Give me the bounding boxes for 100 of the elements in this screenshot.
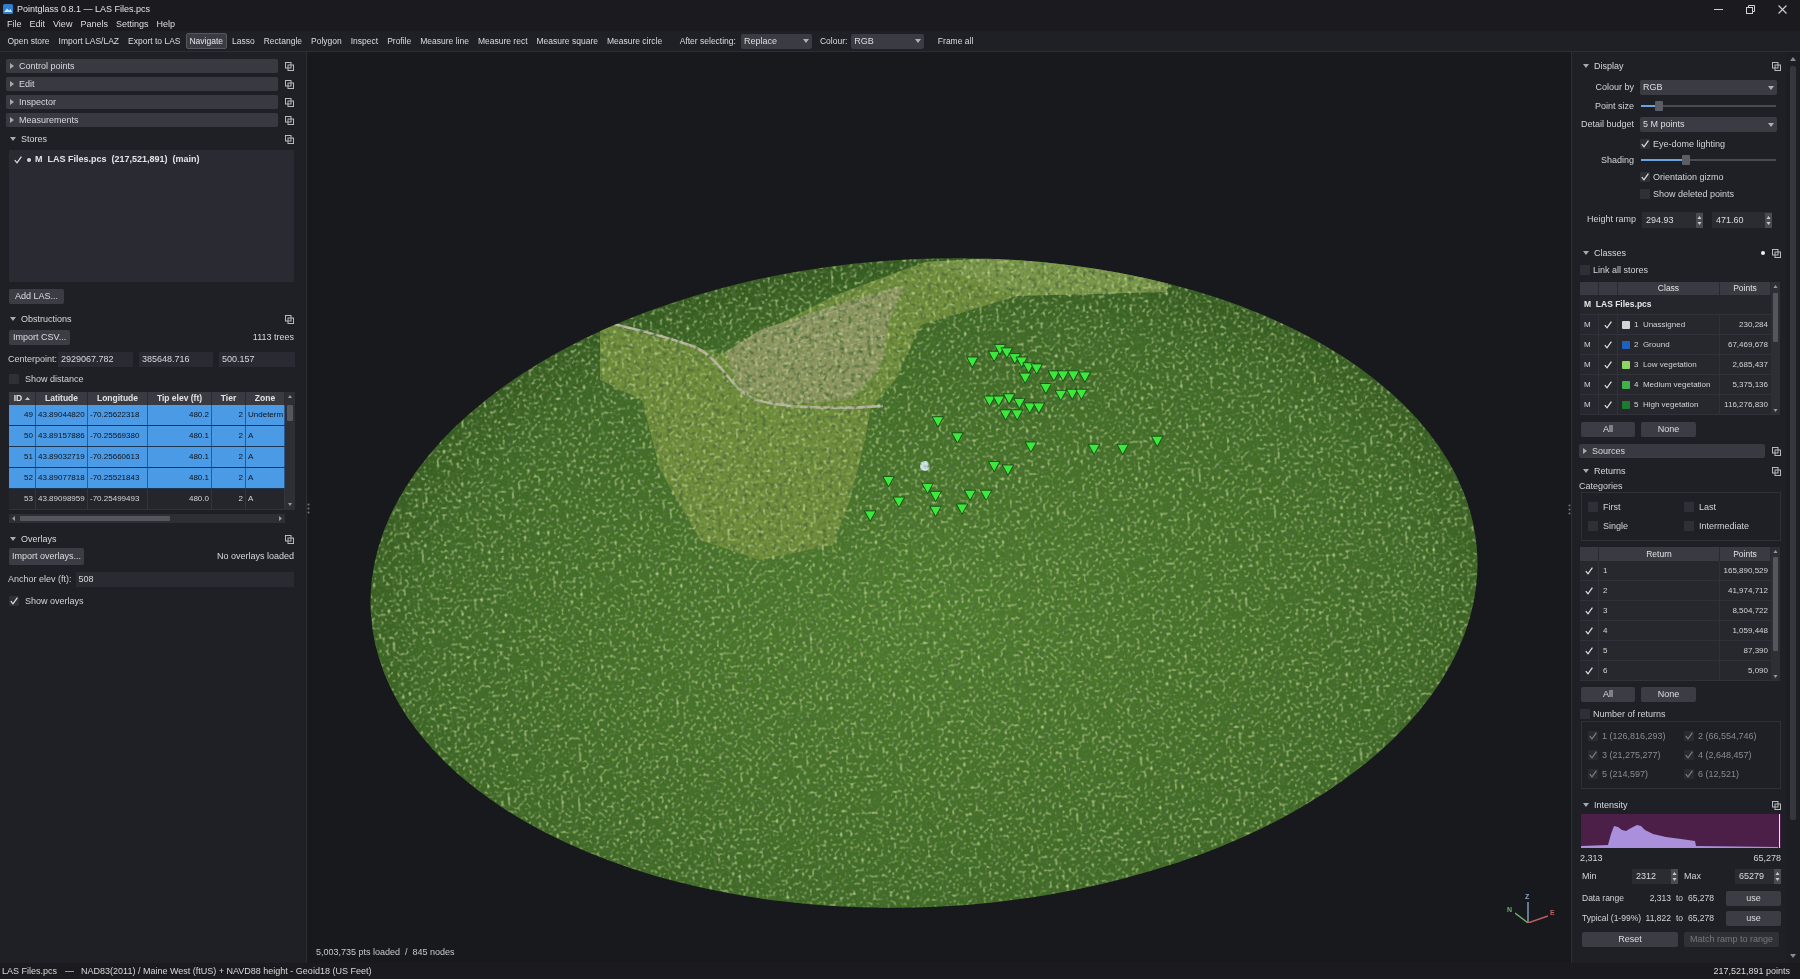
- vertical-scrollbar[interactable]: [285, 392, 295, 510]
- minimize-icon[interactable]: [1713, 8, 1723, 10]
- dropdown[interactable]: RGB: [851, 33, 925, 49]
- toolbar-button[interactable]: Open store: [4, 33, 54, 49]
- import-csv-button[interactable]: Import CSV...: [9, 330, 71, 345]
- splitter-handle-icon[interactable]: [307, 503, 310, 514]
- slider-thumb[interactable]: [1654, 101, 1663, 111]
- horizontal-scrollbar[interactable]: [9, 514, 285, 523]
- section-header[interactable]: Edit: [6, 77, 278, 91]
- use-button[interactable]: use: [1726, 911, 1781, 926]
- add-las-button[interactable]: Add LAS...: [9, 289, 65, 304]
- number-field[interactable]: 471.60: [1712, 212, 1772, 228]
- section-header[interactable]: Classes: [1579, 247, 1628, 259]
- overlap-squares-icon[interactable]: [1772, 61, 1781, 71]
- menu-item[interactable]: Panels: [76, 20, 112, 29]
- slider[interactable]: [1641, 101, 1776, 111]
- close-icon[interactable]: [1777, 4, 1787, 14]
- table-cell-text: 5,375,136: [1731, 378, 1769, 391]
- table-cell-text: 87,390: [1742, 644, 1769, 657]
- select-none-button[interactable]: None: [1641, 687, 1696, 702]
- coordinate-field[interactable]: 2929067.782: [58, 352, 133, 367]
- status-dot-icon: [1761, 251, 1765, 255]
- table-cell: -70.25660613: [88, 447, 148, 467]
- menu-item[interactable]: Edit: [25, 20, 50, 29]
- toolbar-button[interactable]: Export to LAS: [124, 33, 184, 49]
- section-header[interactable]: Display: [1579, 60, 1626, 72]
- toolbar-button[interactable]: Import LAS/LAZ: [55, 33, 123, 49]
- checkbox-label: Intermediate: [1699, 521, 1750, 531]
- section-header[interactable]: Measurements: [6, 113, 278, 127]
- menu-item[interactable]: File: [3, 20, 26, 29]
- use-button[interactable]: use: [1726, 891, 1781, 906]
- reset-button[interactable]: Reset: [1582, 932, 1678, 947]
- store-label[interactable]: M LAS Files.pcs (217,521,891) (main): [35, 155, 200, 164]
- field-label: Centerpoint:: [8, 355, 58, 364]
- table-cell: 43.89032719: [36, 447, 88, 467]
- number-field[interactable]: 65279: [1735, 869, 1781, 884]
- spinner-icon[interactable]: [1765, 212, 1772, 228]
- dropdown[interactable]: 5 M points: [1640, 117, 1777, 132]
- range-separator: to: [1675, 894, 1683, 903]
- slider-thumb[interactable]: [1681, 155, 1690, 165]
- vertical-scrollbar[interactable]: [1771, 547, 1780, 681]
- table-cell: 2: [212, 426, 246, 446]
- tool-button[interactable]: Measure line: [416, 33, 473, 49]
- spinner-icon[interactable]: [1671, 869, 1678, 884]
- overlap-squares-icon[interactable]: [1772, 800, 1781, 810]
- table-row[interactable]: 53 43.89098959 -70.25499493 480.0 2 A: [9, 489, 285, 510]
- dropdown[interactable]: RGB: [1640, 80, 1777, 95]
- number-field[interactable]: 2312: [1632, 869, 1678, 884]
- table-cell: 53: [9, 489, 36, 509]
- anchor-elevation-field[interactable]: 508: [75, 572, 294, 587]
- tool-button[interactable]: Measure square: [533, 33, 602, 49]
- menu-item[interactable]: View: [49, 20, 77, 29]
- checkbox-label: 1 (126,816,293): [1602, 731, 1666, 741]
- column-header[interactable]: Class: [1618, 282, 1720, 295]
- table-row[interactable]: 52 43.89077818 -70.25521843 480.1 2 A: [9, 468, 285, 489]
- slider[interactable]: [1641, 155, 1776, 165]
- section-header[interactable]: Stores: [6, 133, 49, 145]
- table-row[interactable]: 51 43.89032719 -70.25660613 480.1 2 A: [9, 447, 285, 468]
- section-header[interactable]: Inspector: [6, 95, 278, 109]
- tool-button[interactable]: Navigate: [186, 33, 227, 49]
- tool-button[interactable]: Measure rect: [474, 33, 531, 49]
- checkbox-label: Single: [1603, 521, 1629, 531]
- spinner-icon[interactable]: [1774, 869, 1781, 884]
- caret-icon: [1768, 85, 1774, 90]
- splitter-handle-icon[interactable]: [1568, 504, 1571, 515]
- overlap-squares-icon[interactable]: [285, 534, 294, 544]
- coordinate-field[interactable]: 385648.716: [139, 352, 213, 367]
- separator-text: —: [65, 966, 75, 976]
- spinner-icon[interactable]: [1696, 212, 1703, 228]
- overlap-squares-icon[interactable]: [1772, 248, 1781, 258]
- dropdown[interactable]: Replace: [740, 33, 812, 49]
- tool-button[interactable]: Rectangle: [260, 33, 306, 49]
- tool-button[interactable]: Lasso: [228, 33, 259, 49]
- table-row[interactable]: 50 43.89157886 -70.25569380 480.1 2 A: [9, 426, 285, 447]
- menu-item[interactable]: Help: [152, 20, 179, 29]
- field-label: Colour:: [819, 36, 848, 46]
- section-header[interactable]: Returns: [1579, 465, 1628, 477]
- tool-button[interactable]: Profile: [383, 33, 415, 49]
- vertical-scrollbar[interactable]: [1771, 282, 1780, 415]
- select-none-button[interactable]: None: [1641, 422, 1696, 437]
- coordinate-field[interactable]: 500.157: [219, 352, 295, 367]
- section-header[interactable]: Sources: [1579, 444, 1765, 458]
- tool-button[interactable]: Polygon: [307, 33, 346, 49]
- checkbox-label: Show deleted points: [1653, 189, 1735, 199]
- select-all-button[interactable]: All: [1581, 422, 1635, 437]
- overlap-squares-icon[interactable]: [285, 314, 294, 324]
- frame-all-button[interactable]: Frame all: [934, 33, 977, 49]
- table-row[interactable]: 49 43.89044820 -70.25622318 480.2 2 Undeterm: [9, 405, 285, 426]
- table-cell: 480.0: [148, 489, 212, 509]
- select-all-button[interactable]: All: [1581, 687, 1635, 702]
- restore-icon[interactable]: [1745, 4, 1755, 14]
- number-field[interactable]: 294.93: [1642, 212, 1703, 228]
- import-overlays-button[interactable]: Import overlays...: [9, 548, 85, 565]
- section-header[interactable]: Obstructions: [6, 313, 74, 325]
- menu-item[interactable]: Settings: [111, 20, 153, 29]
- section-header[interactable]: Overlays: [6, 533, 59, 545]
- section-header[interactable]: Control points: [6, 59, 278, 73]
- tool-button[interactable]: Measure circle: [603, 33, 666, 49]
- section-header[interactable]: Intensity: [1579, 799, 1630, 811]
- tool-button[interactable]: Inspect: [347, 33, 382, 49]
